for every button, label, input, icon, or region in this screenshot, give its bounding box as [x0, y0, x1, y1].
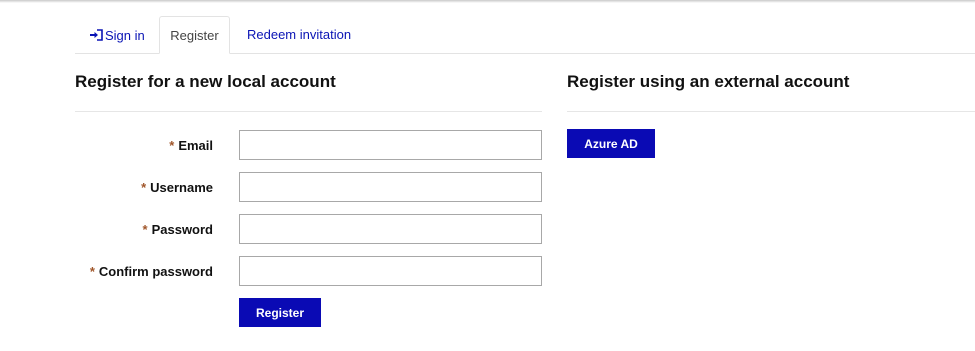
top-shadow [0, 0, 975, 3]
required-marker: * [169, 138, 175, 153]
required-marker: * [142, 222, 148, 237]
confirm-password-field[interactable] [239, 256, 542, 286]
tab-sign-in[interactable]: Sign in [89, 16, 145, 53]
email-field[interactable] [239, 130, 542, 160]
external-heading-divider [567, 111, 975, 112]
email-label-text: Email [178, 138, 213, 153]
tab-bar: Sign in Register Redeem invitation [75, 16, 975, 54]
register-button[interactable]: Register [239, 298, 321, 327]
tab-register[interactable]: Register [159, 16, 230, 54]
external-account-heading: Register using an external account [567, 72, 850, 91]
required-marker: * [141, 180, 147, 195]
username-label-text: Username [150, 180, 213, 195]
username-label: * Username [141, 180, 213, 195]
password-field[interactable] [239, 214, 542, 244]
password-label-text: Password [151, 222, 213, 237]
password-label: * Password [143, 222, 213, 237]
email-label: * Email [169, 138, 213, 153]
confirm-password-label-text: Confirm password [98, 264, 213, 279]
sign-in-icon [90, 29, 103, 41]
tab-sign-in-label: Sign in [105, 28, 145, 43]
tab-redeem-invitation[interactable]: Redeem invitation [247, 16, 351, 53]
username-field[interactable] [239, 172, 542, 202]
azure-ad-button[interactable]: Azure AD [567, 129, 655, 158]
local-heading-divider [75, 111, 542, 112]
required-marker: * [89, 264, 95, 279]
local-account-heading: Register for a new local account [75, 72, 336, 91]
confirm-password-label: * Confirm password [90, 264, 213, 279]
